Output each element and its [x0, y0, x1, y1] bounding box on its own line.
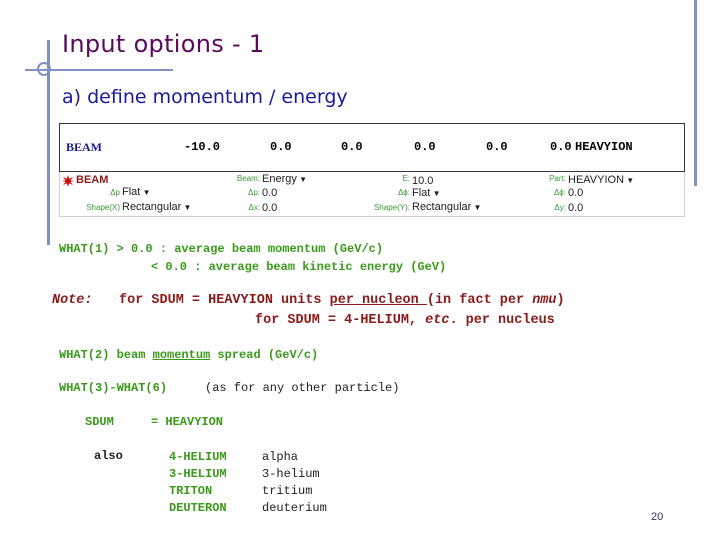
note-line1: for SDUM = HEAVYION units per nucleon (i… — [119, 293, 565, 308]
dphi-shape-dropdown[interactable]: Flat — [412, 187, 440, 199]
note-line2-text: for SDUM = 4-HELIUM, — [255, 313, 426, 328]
dy-label: Δy: — [554, 203, 566, 212]
dp-shape-dropdown[interactable]: Flat — [122, 186, 150, 198]
beam-type-dropdown[interactable]: Energy — [262, 173, 307, 185]
dp-value-label: Δp: — [247, 188, 260, 197]
what1-line1: WHAT(1) > 0.0 : average beam momentum (G… — [59, 242, 384, 256]
also-name-item: 3-helium — [262, 467, 320, 481]
particle-dropdown[interactable]: HEAVYION — [568, 174, 634, 186]
per-nucleon-text: per nucleon — [329, 293, 427, 308]
card-what1: -10.0 — [184, 140, 221, 154]
slide-subtitle: a) define momentum / energy — [62, 86, 348, 108]
note-line2-tail: . per nucleus — [449, 313, 555, 328]
shape-x-dropdown[interactable]: Rectangular — [122, 201, 191, 213]
card-what6: 0.0 — [550, 140, 572, 154]
etc-text: etc — [425, 313, 450, 328]
nmu-text: nmu — [532, 293, 557, 308]
also-name-item: alpha — [262, 450, 299, 464]
note-label: Note: — [52, 293, 93, 308]
card-what2: 0.0 — [270, 140, 292, 154]
card-keyword: BEAM — [66, 140, 102, 154]
energy-input[interactable]: 10.0 — [412, 175, 433, 187]
what2-tail: spread (GeV/c) — [210, 348, 319, 362]
dx-input[interactable]: 0.0 — [262, 202, 277, 214]
beam-burst-icon — [62, 175, 74, 187]
sdum-label: SDUM — [85, 415, 114, 429]
decorative-circle — [37, 62, 51, 76]
also-names: alpha 3-helium tritium deuterium — [262, 449, 327, 517]
also-codes: 4-HELIUM 3-HELIUM TRITON DEUTERON — [169, 449, 227, 517]
also-code-item: TRITON — [169, 484, 213, 498]
note-line1-text: for SDUM = HEAVYION units — [119, 293, 330, 308]
note-line1-close: ) — [556, 293, 565, 308]
note-line1-paren: (in fact per — [426, 293, 533, 308]
note-line2: for SDUM = 4-HELIUM, etc. per nucleus — [255, 313, 555, 328]
card-sdum: HEAVYION — [575, 140, 633, 154]
what1-line2: < 0.0 : average beam kinetic energy (GeV… — [151, 260, 447, 274]
what2-text: WHAT(2) beam — [59, 348, 153, 362]
card-what5: 0.0 — [486, 140, 508, 154]
energy-label: E: — [402, 174, 410, 183]
momentum-text: momentum — [152, 348, 211, 362]
also-name-item: deuterium — [262, 501, 327, 515]
page-number: 20 — [651, 511, 664, 523]
card-what3: 0.0 — [341, 140, 363, 154]
sdum-value: = HEAVYION — [151, 415, 224, 429]
also-name-item: tritium — [262, 484, 313, 498]
dphi-value-label: Δϕ: — [553, 188, 566, 197]
particle-label: Part: — [549, 174, 566, 183]
shape-x-label: Shape(X) — [86, 203, 120, 212]
shape-y-label: Shape(Y): — [373, 203, 410, 212]
also-code-item: 4-HELIUM — [169, 450, 227, 464]
what36-text: (as for any other particle) — [205, 381, 400, 395]
also-label: also — [94, 449, 123, 463]
dphi-shape-label: Δϕ: — [397, 188, 410, 197]
beam-type-label: Beam: — [236, 174, 260, 183]
gui-beam-header: BEAM — [76, 174, 109, 186]
dp-value-input[interactable]: 0.0 — [262, 187, 277, 199]
dy-input[interactable]: 0.0 — [568, 202, 583, 214]
slide-title: Input options - 1 — [62, 30, 265, 58]
also-code-item: DEUTERON — [169, 501, 227, 515]
dp-shape-label: Δp — [110, 188, 120, 197]
input-card: BEAM -10.0 0.0 0.0 0.0 0.0 0.0 HEAVYION — [59, 123, 685, 172]
dx-label: Δx: — [248, 203, 260, 212]
what2-line: WHAT(2) beam momentum spread (GeV/c) — [59, 348, 318, 362]
card-what4: 0.0 — [414, 140, 436, 154]
what36-label: WHAT(3)-WHAT(6) — [59, 381, 168, 395]
beam-gui-panel: BEAM Beam: Energy E: 10.0 Part: HEAVYION… — [59, 172, 685, 217]
also-code-item: 3-HELIUM — [169, 467, 227, 481]
dphi-value-input[interactable]: 0.0 — [568, 187, 583, 199]
shape-y-dropdown[interactable]: Rectangular — [412, 201, 481, 213]
decorative-right-line — [694, 0, 697, 186]
